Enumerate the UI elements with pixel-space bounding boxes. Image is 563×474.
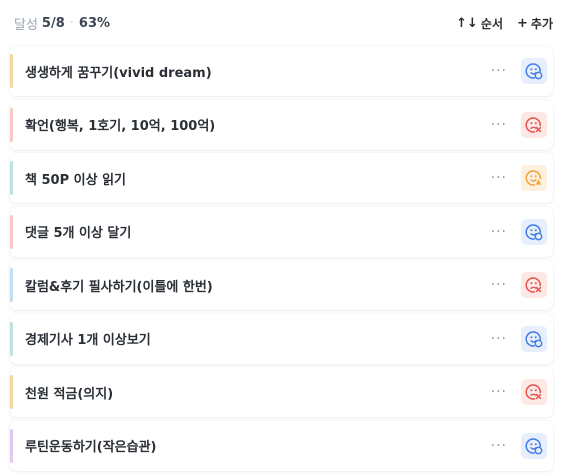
progress-label: 달성	[14, 17, 38, 33]
habit-color-bar	[10, 107, 13, 142]
smile-check-icon[interactable]	[521, 325, 547, 352]
more-options-icon[interactable]: ···	[491, 117, 507, 133]
habit-row[interactable]: 생생하게 꿈꾸기(vivid dream) ···	[10, 46, 553, 96]
more-options-icon[interactable]: ···	[491, 224, 507, 240]
habit-color-bar	[10, 428, 13, 463]
header-actions: ↑↓ 순서 + 추가	[456, 15, 553, 32]
add-label: 추가	[530, 16, 553, 31]
habit-row[interactable]: 칼럼&후기 필사하기(이틀에 한번) ···	[10, 260, 553, 310]
more-options-icon[interactable]: ···	[491, 438, 507, 454]
habit-row[interactable]: 루틴운동하기(작은습관) ···	[10, 420, 553, 471]
habit-row[interactable]: 경제기사 1개 이상보기 ···	[10, 313, 553, 364]
habit-title: 경제기사 1개 이상보기	[25, 333, 151, 348]
add-button[interactable]: + 추가	[517, 15, 553, 32]
sort-icon: ↑↓	[456, 15, 478, 31]
habit-list: 생생하게 꿈꾸기(vivid dream) ··· 확언(행복, 1호기, 10억,…	[10, 46, 553, 474]
habit-color-bar	[10, 321, 13, 356]
more-options-icon[interactable]: ···	[491, 63, 507, 79]
smile-check-icon[interactable]	[521, 58, 547, 84]
habit-title: 책 50P 이상 읽기	[25, 172, 126, 188]
progress-summary: 달성 5/8 · 63%	[14, 14, 110, 33]
progress-percent: 63%	[78, 15, 111, 31]
sort-button[interactable]: ↑↓ 순서	[456, 15, 503, 32]
habit-title: 생생하게 꿈꾸기(vivid dream)	[25, 65, 212, 81]
habit-color-bar	[10, 375, 13, 409]
habit-title: 댓글 5개 이상 달기	[25, 226, 132, 241]
more-options-icon[interactable]: ···	[491, 170, 507, 186]
habit-title: 천원 적금(의지)	[25, 386, 114, 402]
habit-color-bar	[10, 161, 13, 195]
header-bar: 달성 5/8 · 63% ↑↓ 순서 + 추가	[14, 10, 553, 36]
progress-count: 5/8	[41, 15, 65, 31]
habit-row[interactable]: 댓글 5개 이상 달기 ···	[10, 206, 553, 257]
habit-title: 확언(행복, 1호기, 10억, 100억)	[25, 119, 216, 134]
sad-x-icon[interactable]	[521, 379, 547, 405]
sad-x-icon[interactable]	[521, 111, 547, 138]
more-options-icon[interactable]: ···	[491, 331, 507, 347]
plus-icon: +	[517, 15, 528, 31]
habit-row[interactable]: 확언(행복, 1호기, 10억, 100억) ···	[10, 99, 553, 150]
habit-title: 칼럼&후기 필사하기(이틀에 한번)	[25, 279, 213, 295]
habit-color-bar	[10, 54, 13, 88]
habit-color-bar	[10, 214, 13, 249]
smile-check-icon[interactable]	[521, 218, 547, 245]
neutral-triangle-icon[interactable]	[521, 165, 547, 191]
habit-row[interactable]: 천원 적금(의지) ···	[10, 367, 553, 417]
habit-color-bar	[10, 268, 13, 302]
smile-check-icon[interactable]	[521, 432, 547, 459]
habit-title: 루틴운동하기(작은습관)	[25, 440, 157, 455]
habit-row[interactable]: 책 50P 이상 읽기 ···	[10, 153, 553, 203]
progress-separator: ·	[69, 15, 74, 31]
more-options-icon[interactable]: ···	[491, 384, 507, 400]
more-options-icon[interactable]: ···	[491, 277, 507, 293]
sad-x-icon[interactable]	[521, 272, 547, 298]
sort-label: 순서	[480, 16, 503, 31]
